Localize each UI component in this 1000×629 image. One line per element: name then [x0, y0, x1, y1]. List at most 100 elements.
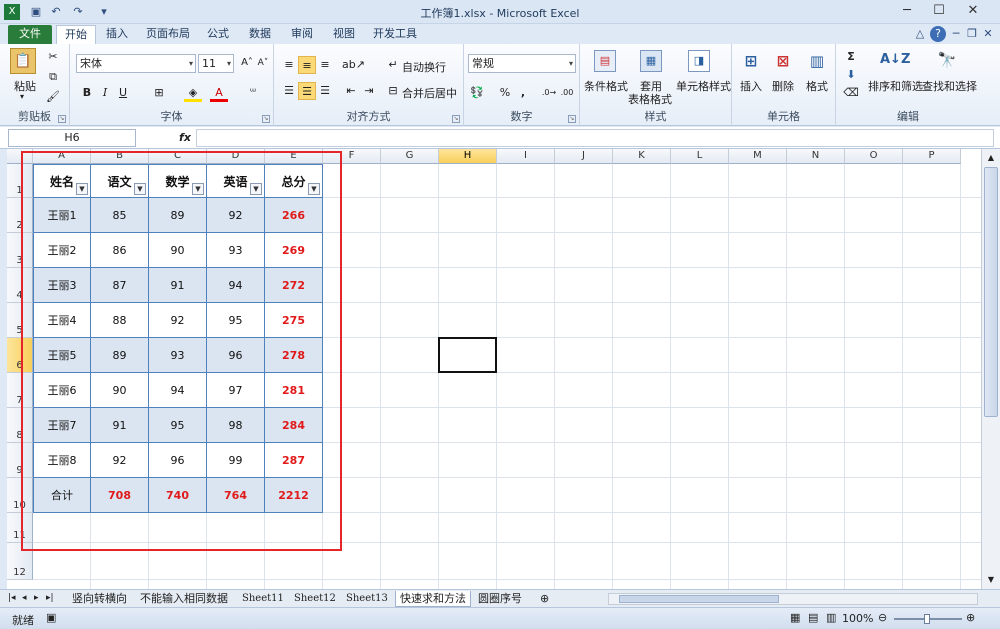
comma-button[interactable]: , — [514, 84, 532, 102]
paste-icon[interactable]: 📋 — [10, 48, 36, 74]
underline-button[interactable]: U — [114, 84, 132, 102]
doc-close-icon[interactable]: ✕ — [980, 26, 996, 42]
column-header[interactable]: I — [497, 149, 555, 164]
autosum-button[interactable]: Σ — [842, 48, 860, 66]
insert-sheet-icon[interactable]: ⊕ — [536, 591, 553, 607]
percent-button[interactable]: % — [496, 84, 514, 102]
sheet-tab[interactable]: 竖向转横向 — [68, 591, 131, 607]
decrease-decimal-icon[interactable]: .00 — [558, 84, 576, 102]
format-cells-icon[interactable]: ▥ — [806, 50, 828, 72]
align-top-icon[interactable]: ≡ — [280, 56, 298, 74]
paste-button-label[interactable]: 粘贴 — [14, 78, 36, 94]
name-box[interactable]: H6 — [8, 129, 136, 147]
doc-minimize-icon[interactable]: ─ — [948, 26, 964, 42]
sheet-tab[interactable]: Sheet13 — [342, 591, 392, 607]
zoom-in-icon[interactable]: ⊕ — [966, 611, 975, 624]
help-icon[interactable]: ? — [930, 26, 946, 42]
align-center-icon[interactable]: ☰ — [298, 82, 316, 100]
scroll-up-icon[interactable]: ▲ — [984, 151, 998, 165]
paste-dropdown-icon[interactable]: ▾ — [20, 92, 24, 101]
conditional-format-icon[interactable]: ▤ — [594, 50, 616, 72]
phonetic-icon[interactable]: ᵚ — [244, 84, 262, 102]
tab-insert[interactable]: 插入 — [100, 25, 134, 44]
sheet-nav-next-icon[interactable]: ▸ — [30, 591, 43, 607]
sheet-tab[interactable]: 圆圈序号 — [474, 591, 526, 607]
zoom-slider-thumb[interactable] — [924, 614, 930, 624]
borders-icon[interactable]: ⊞ — [150, 84, 168, 102]
vertical-scrollbar[interactable]: ▲ ▼ — [981, 149, 1000, 589]
font-size-combo[interactable]: 11 ▾ — [198, 54, 234, 73]
sheet-tab[interactable]: Sheet12 — [290, 591, 340, 607]
format-table-label-2[interactable]: 表格格式 — [628, 91, 672, 107]
active-cell-cursor[interactable] — [438, 337, 497, 373]
maximize-button[interactable]: ☐ — [924, 0, 954, 22]
sheet-tab[interactable]: 不能输入相同数据 — [136, 591, 232, 607]
bold-button[interactable]: B — [78, 84, 96, 102]
merge-center-button[interactable]: 合并后居中 — [402, 85, 457, 101]
italic-button[interactable]: I — [96, 84, 114, 102]
zoom-level[interactable]: 100% — [842, 612, 873, 625]
delete-cells-button[interactable]: 删除 — [772, 78, 794, 94]
copy-icon[interactable]: ⧉ — [44, 68, 62, 86]
wrap-text-icon[interactable]: ↵ — [384, 56, 402, 74]
normal-view-icon[interactable]: ▦ — [790, 611, 800, 624]
sort-filter-icon[interactable]: A↓Z — [880, 48, 910, 72]
macro-record-icon[interactable]: ▣ — [46, 611, 56, 624]
tab-developer[interactable]: 开发工具 — [370, 25, 420, 44]
worksheet-grid[interactable]: ABCDEFGHIJKLMNOP 1 2 3 4 5 6 7 8 9 10 11 12 姓名 ▼ 语文 ▼ 数… — [7, 149, 981, 589]
tab-file[interactable]: 文件 — [8, 25, 52, 44]
clear-icon[interactable]: ⌫ — [842, 84, 860, 102]
tab-review[interactable]: 审阅 — [286, 25, 318, 44]
horizontal-scrollbar[interactable] — [608, 593, 978, 605]
minimize-button[interactable]: ─ — [892, 0, 922, 22]
font-color-icon[interactable]: A — [210, 84, 228, 102]
cell-styles-button[interactable]: 单元格样式 — [676, 78, 731, 94]
number-format-combo[interactable]: 常规 ▾ — [468, 54, 576, 73]
insert-cells-button[interactable]: 插入 — [740, 78, 762, 94]
column-header[interactable]: J — [555, 149, 613, 164]
align-right-icon[interactable]: ☰ — [316, 82, 334, 100]
currency-icon[interactable]: 💱 — [468, 84, 486, 102]
number-launcher-icon[interactable]: ↘ — [568, 115, 576, 123]
column-header[interactable]: K — [613, 149, 671, 164]
fill-icon[interactable]: ⬇ — [842, 66, 860, 84]
font-name-combo[interactable]: 宋体 ▾ — [76, 54, 196, 73]
increase-indent-icon[interactable]: ⇥ — [360, 82, 378, 100]
zoom-out-icon[interactable]: ⊖ — [878, 611, 887, 624]
clipboard-launcher-icon[interactable]: ↘ — [58, 115, 66, 123]
sheet-tab-active[interactable]: 快速求和方法 — [395, 591, 471, 607]
find-select-button[interactable]: 查找和选择 — [922, 78, 977, 94]
delete-cells-icon[interactable]: ⊠ — [772, 50, 794, 72]
column-header[interactable]: O — [845, 149, 903, 164]
find-select-icon[interactable]: 🔭 — [936, 48, 958, 72]
scroll-down-icon[interactable]: ▼ — [984, 573, 998, 587]
close-button[interactable]: ✕ — [958, 0, 988, 22]
decrease-indent-icon[interactable]: ⇤ — [342, 82, 360, 100]
increase-decimal-icon[interactable]: .0→ — [540, 84, 558, 102]
insert-function-button[interactable]: fx — [176, 129, 194, 147]
column-header[interactable]: G — [381, 149, 439, 164]
column-header[interactable]: N — [787, 149, 845, 164]
column-header[interactable]: P — [903, 149, 961, 164]
zoom-slider[interactable] — [894, 614, 962, 624]
tab-page-layout[interactable]: 页面布局 — [142, 25, 194, 44]
sort-filter-button[interactable]: 排序和筛选 — [868, 78, 923, 94]
tab-formulas[interactable]: 公式 — [202, 25, 234, 44]
column-header[interactable]: L — [671, 149, 729, 164]
sheet-nav-last-icon[interactable]: ▸| — [42, 591, 58, 607]
fill-color-icon[interactable]: ◈ — [184, 84, 202, 102]
alignment-launcher-icon[interactable]: ↘ — [452, 115, 460, 123]
orientation-icon[interactable]: ab↗ — [342, 56, 365, 74]
column-header[interactable]: M — [729, 149, 787, 164]
cell-styles-icon[interactable]: ◨ — [688, 50, 710, 72]
formula-input[interactable] — [196, 129, 994, 147]
wrap-text-button[interactable]: 自动换行 — [402, 59, 446, 75]
vertical-scroll-thumb[interactable] — [984, 167, 998, 417]
format-painter-icon[interactable]: 🖌 — [44, 88, 62, 106]
font-launcher-icon[interactable]: ↘ — [262, 115, 270, 123]
format-as-table-icon[interactable]: ▦ — [640, 50, 662, 72]
ribbon-minimize-icon[interactable]: △ — [912, 26, 928, 42]
align-bottom-icon[interactable]: ≡ — [316, 56, 334, 74]
sheet-nav-prev-icon[interactable]: ◂ — [18, 591, 31, 607]
merge-center-icon[interactable]: ⊟ — [384, 82, 402, 100]
